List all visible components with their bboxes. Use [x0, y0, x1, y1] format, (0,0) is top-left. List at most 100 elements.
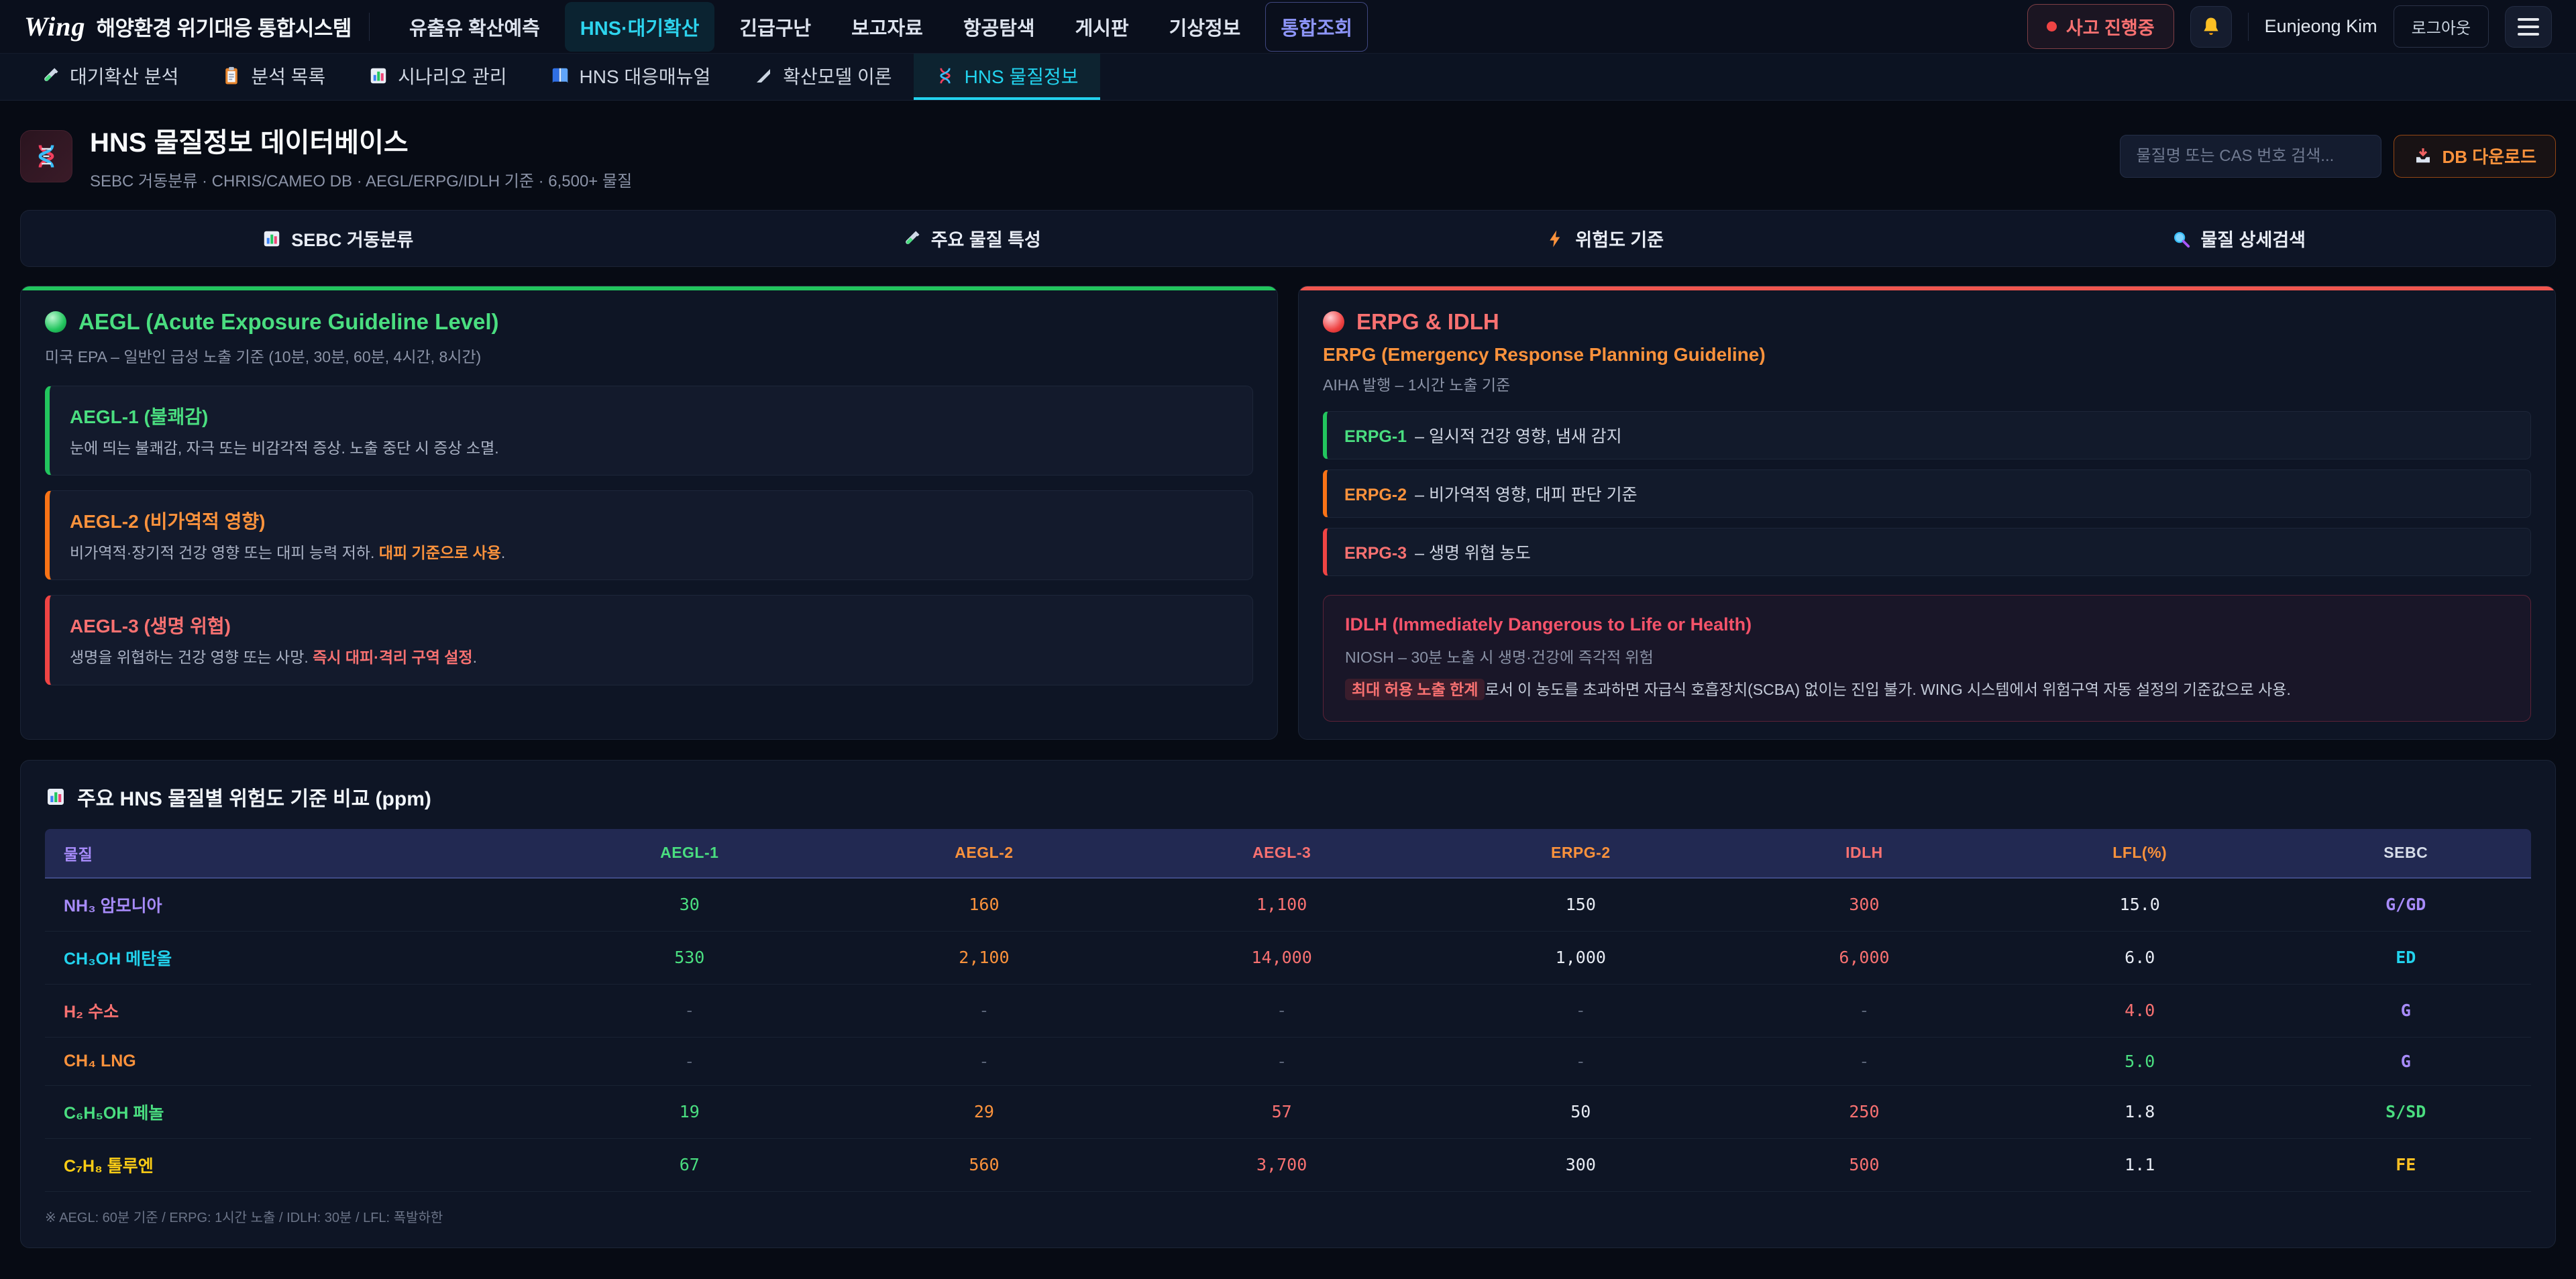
subtab-scenario-management[interactable]: 시나리오 관리	[347, 54, 528, 100]
hazard-comparison-table-card: 주요 HNS 물질별 위험도 기준 비교 (ppm) 물질 AEGL-1 AEG…	[20, 760, 2556, 1248]
table-row-ammonia: NH₃ 암모니아 30 160 1,100 150 300 15.0 G/GD	[45, 878, 2531, 932]
tab-hazard-criteria[interactable]: 위험도 기준	[1288, 211, 1922, 266]
aegl-2-desc: 비가역적·장기적 건강 영향 또는 대피 능력 저하. 대피 기준으로 사용.	[70, 542, 1232, 563]
bar-chart-icon	[368, 66, 388, 86]
table-row-toluene: C₇H₈ 톨루엔 67 560 3,700 300 500 1.1 FE	[45, 1138, 2531, 1191]
aegl-3-desc: 생명을 위협하는 건강 영향 또는 사망. 즉시 대피·격리 구역 설정.	[70, 647, 1232, 668]
aegl-panel-subtitle: 미국 EPA – 일반인 급성 노출 기준 (10분, 30분, 60분, 4시…	[45, 344, 1253, 367]
nav-item-oil-spill[interactable]: 유출유 확산예측	[394, 2, 555, 52]
aegl-3-name: AEGL-3 (생명 위협)	[70, 612, 1232, 638]
col-header-lfl: LFL(%)	[1999, 829, 2280, 878]
criteria-panels: AEGL (Acute Exposure Guideline Level) 미국…	[20, 286, 2556, 740]
aegl-panel: AEGL (Acute Exposure Guideline Level) 미국…	[20, 286, 1278, 740]
table-title-row: 주요 HNS 물질별 위험도 기준 비교 (ppm)	[45, 782, 2531, 812]
dna-icon	[935, 66, 955, 86]
col-header-erpg2: ERPG-2	[1432, 829, 1729, 878]
table-row-methanol: CH₃OH 메탄올 530 2,100 14,000 1,000 6,000 6…	[45, 931, 2531, 984]
green-circle-icon	[45, 311, 66, 333]
aegl-1-name: AEGL-1 (불쾌감)	[70, 402, 1232, 429]
brand-logo: Wing 해양환경 위기대응 통합시스템	[24, 11, 352, 42]
page-subtitle: SEBC 거동분류 · CHRIS/CAMEO DB · AEGL/ERPG/I…	[90, 168, 632, 191]
hamburger-menu-button[interactable]	[2505, 6, 2552, 48]
subtab-hns-substance-info[interactable]: HNS 물질정보	[914, 54, 1100, 100]
erpg-1-row: ERPG-1– 일시적 건강 영향, 냄새 감지	[1323, 411, 2531, 459]
aegl-1-card: AEGL-1 (불쾌감) 눈에 띄는 불쾌감, 자극 또는 비감각적 증상. 노…	[45, 386, 1253, 476]
status-dot-icon	[2047, 21, 2057, 32]
download-icon	[2413, 146, 2433, 166]
page-header: HNS 물질정보 데이터베이스 SEBC 거동분류 · CHRIS/CAMEO …	[0, 101, 2576, 207]
erpg-2-tag: ERPG-2	[1344, 486, 1407, 504]
notifications-button[interactable]	[2190, 6, 2232, 48]
test-tube-icon	[40, 66, 60, 86]
aegl-panel-title: AEGL (Acute Exposure Guideline Level)	[78, 309, 499, 335]
main-menu: 유출유 확산예측 HNS·대기확산 긴급구난 보고자료 항공탐색 게시판 기상정…	[394, 2, 1368, 52]
tab-substance-search[interactable]: 물질 상세검색	[1922, 211, 2556, 266]
table-row-phenol: C₆H₅OH 페놀 19 29 57 50 250 1.8 S/SD	[45, 1085, 2531, 1138]
erpg-panel-title: ERPG & IDLH	[1356, 309, 1499, 335]
table-title: 주요 HNS 물질별 위험도 기준 비교 (ppm)	[77, 782, 431, 812]
subtab-analysis-list[interactable]: 분석 목록	[200, 54, 347, 100]
table-footnote: ※ AEGL: 60분 기준 / ERPG: 1시간 노출 / IDLH: 30…	[45, 1207, 2531, 1226]
page-icon	[20, 130, 72, 182]
nav-item-rescue[interactable]: 긴급구난	[724, 2, 826, 52]
nav-item-weather[interactable]: 기상정보	[1154, 2, 1256, 52]
col-header-substance: 물질	[45, 829, 542, 878]
page-title: HNS 물질정보 데이터베이스	[90, 121, 632, 160]
erpg-heading: ERPG (Emergency Response Planning Guidel…	[1323, 344, 2531, 366]
page-titles: HNS 물질정보 데이터베이스 SEBC 거동분류 · CHRIS/CAMEO …	[90, 121, 632, 191]
aegl-panel-title-row: AEGL (Acute Exposure Guideline Level)	[45, 309, 1253, 335]
db-download-button[interactable]: DB 다운로드	[2394, 135, 2556, 178]
topnav-right: 사고 진행중 Eunjeong Kim 로그아웃	[2027, 4, 2552, 49]
nav-item-hns-dispersion[interactable]: HNS·대기확산	[565, 2, 715, 52]
erpg-3-tag: ERPG-3	[1344, 544, 1407, 563]
divider	[369, 13, 370, 41]
tab-substance-properties[interactable]: 주요 물질 특성	[655, 211, 1289, 266]
col-header-aegl3: AEGL-3	[1132, 829, 1432, 878]
status-badge-label: 사고 진행중	[2066, 13, 2155, 40]
nav-item-integrated-search[interactable]: 통합조회	[1265, 2, 1368, 52]
book-icon	[550, 66, 570, 86]
idlh-body: 최대 허용 노출 한계로서 이 농도를 초과하면 자급식 호흡장치(SCBA) …	[1345, 678, 2509, 702]
table-header-row: 물질 AEGL-1 AEGL-2 AEGL-3 ERPG-2 IDLH LFL(…	[45, 829, 2531, 878]
col-header-aegl2: AEGL-2	[837, 829, 1131, 878]
subtab-hns-manual[interactable]: HNS 대응매뉴얼	[529, 54, 733, 100]
top-navigation-bar: Wing 해양환경 위기대응 통합시스템 유출유 확산예측 HNS·대기확산 긴…	[0, 0, 2576, 54]
subtab-model-theory[interactable]: 확산모델 이론	[732, 54, 913, 100]
bell-icon	[2200, 15, 2222, 38]
hazard-comparison-table: 물질 AEGL-1 AEGL-2 AEGL-3 ERPG-2 IDLH LFL(…	[45, 829, 2531, 1192]
col-header-sebc: SEBC	[2280, 829, 2531, 878]
hamburger-menu-icon	[2518, 18, 2539, 21]
sub-navigation-tabs: 대기확산 분석 분석 목록 시나리오 관리	[0, 54, 2576, 101]
header-actions: DB 다운로드	[2120, 135, 2556, 178]
substance-search-input[interactable]	[2120, 135, 2381, 178]
lightning-icon	[1546, 229, 1566, 249]
erpg-idlh-panel: ERPG & IDLH ERPG (Emergency Response Pla…	[1298, 286, 2556, 740]
table-row-lng: CH₄ LNG - - - - - 5.0 G	[45, 1037, 2531, 1085]
erpg-1-tag: ERPG-1	[1344, 427, 1407, 446]
logout-button[interactable]: 로그아웃	[2394, 5, 2489, 48]
subtab-dispersion-analysis[interactable]: 대기확산 분석	[19, 54, 200, 100]
aegl-2-card: AEGL-2 (비가역적 영향) 비가역적·장기적 건강 영향 또는 대피 능력…	[45, 490, 1253, 580]
idlh-card: IDLH (Immediately Dangerous to Life or H…	[1323, 595, 2531, 722]
aegl-1-desc: 눈에 띄는 불쾌감, 자극 또는 비감각적 증상. 노출 중단 시 증상 소멸.	[70, 437, 1232, 459]
aegl-3-card: AEGL-3 (생명 위협) 생명을 위협하는 건강 영향 또는 사망. 즉시 …	[45, 595, 1253, 685]
erpg-panel-title-row: ERPG & IDLH	[1323, 309, 2531, 335]
idlh-title: IDLH (Immediately Dangerous to Life or H…	[1345, 614, 2509, 635]
incident-status-badge[interactable]: 사고 진행중	[2027, 4, 2174, 49]
db-download-label: DB 다운로드	[2443, 144, 2536, 168]
dna-icon	[32, 142, 61, 171]
triangle-ruler-icon	[753, 66, 773, 86]
red-circle-icon	[1323, 311, 1344, 333]
col-header-aegl1: AEGL-1	[542, 829, 837, 878]
erpg-3-row: ERPG-3– 생명 위협 농도	[1323, 528, 2531, 576]
test-tube-icon	[902, 229, 922, 249]
erpg-subtitle: AIHA 발행 – 1시간 노출 기준	[1323, 372, 2531, 395]
aegl-2-name: AEGL-2 (비가역적 영향)	[70, 507, 1232, 534]
nav-item-board[interactable]: 게시판	[1060, 2, 1144, 52]
section-tabs: SEBC 거동분류 주요 물질 특성 위험도 기준 물질 상세검색	[20, 210, 2556, 267]
nav-item-reports[interactable]: 보고자료	[836, 2, 938, 52]
nav-item-aerial-search[interactable]: 항공탐색	[948, 2, 1051, 52]
tab-sebc-classification[interactable]: SEBC 거동분류	[21, 211, 655, 266]
divider	[2248, 13, 2249, 41]
bar-chart-icon	[262, 229, 282, 249]
